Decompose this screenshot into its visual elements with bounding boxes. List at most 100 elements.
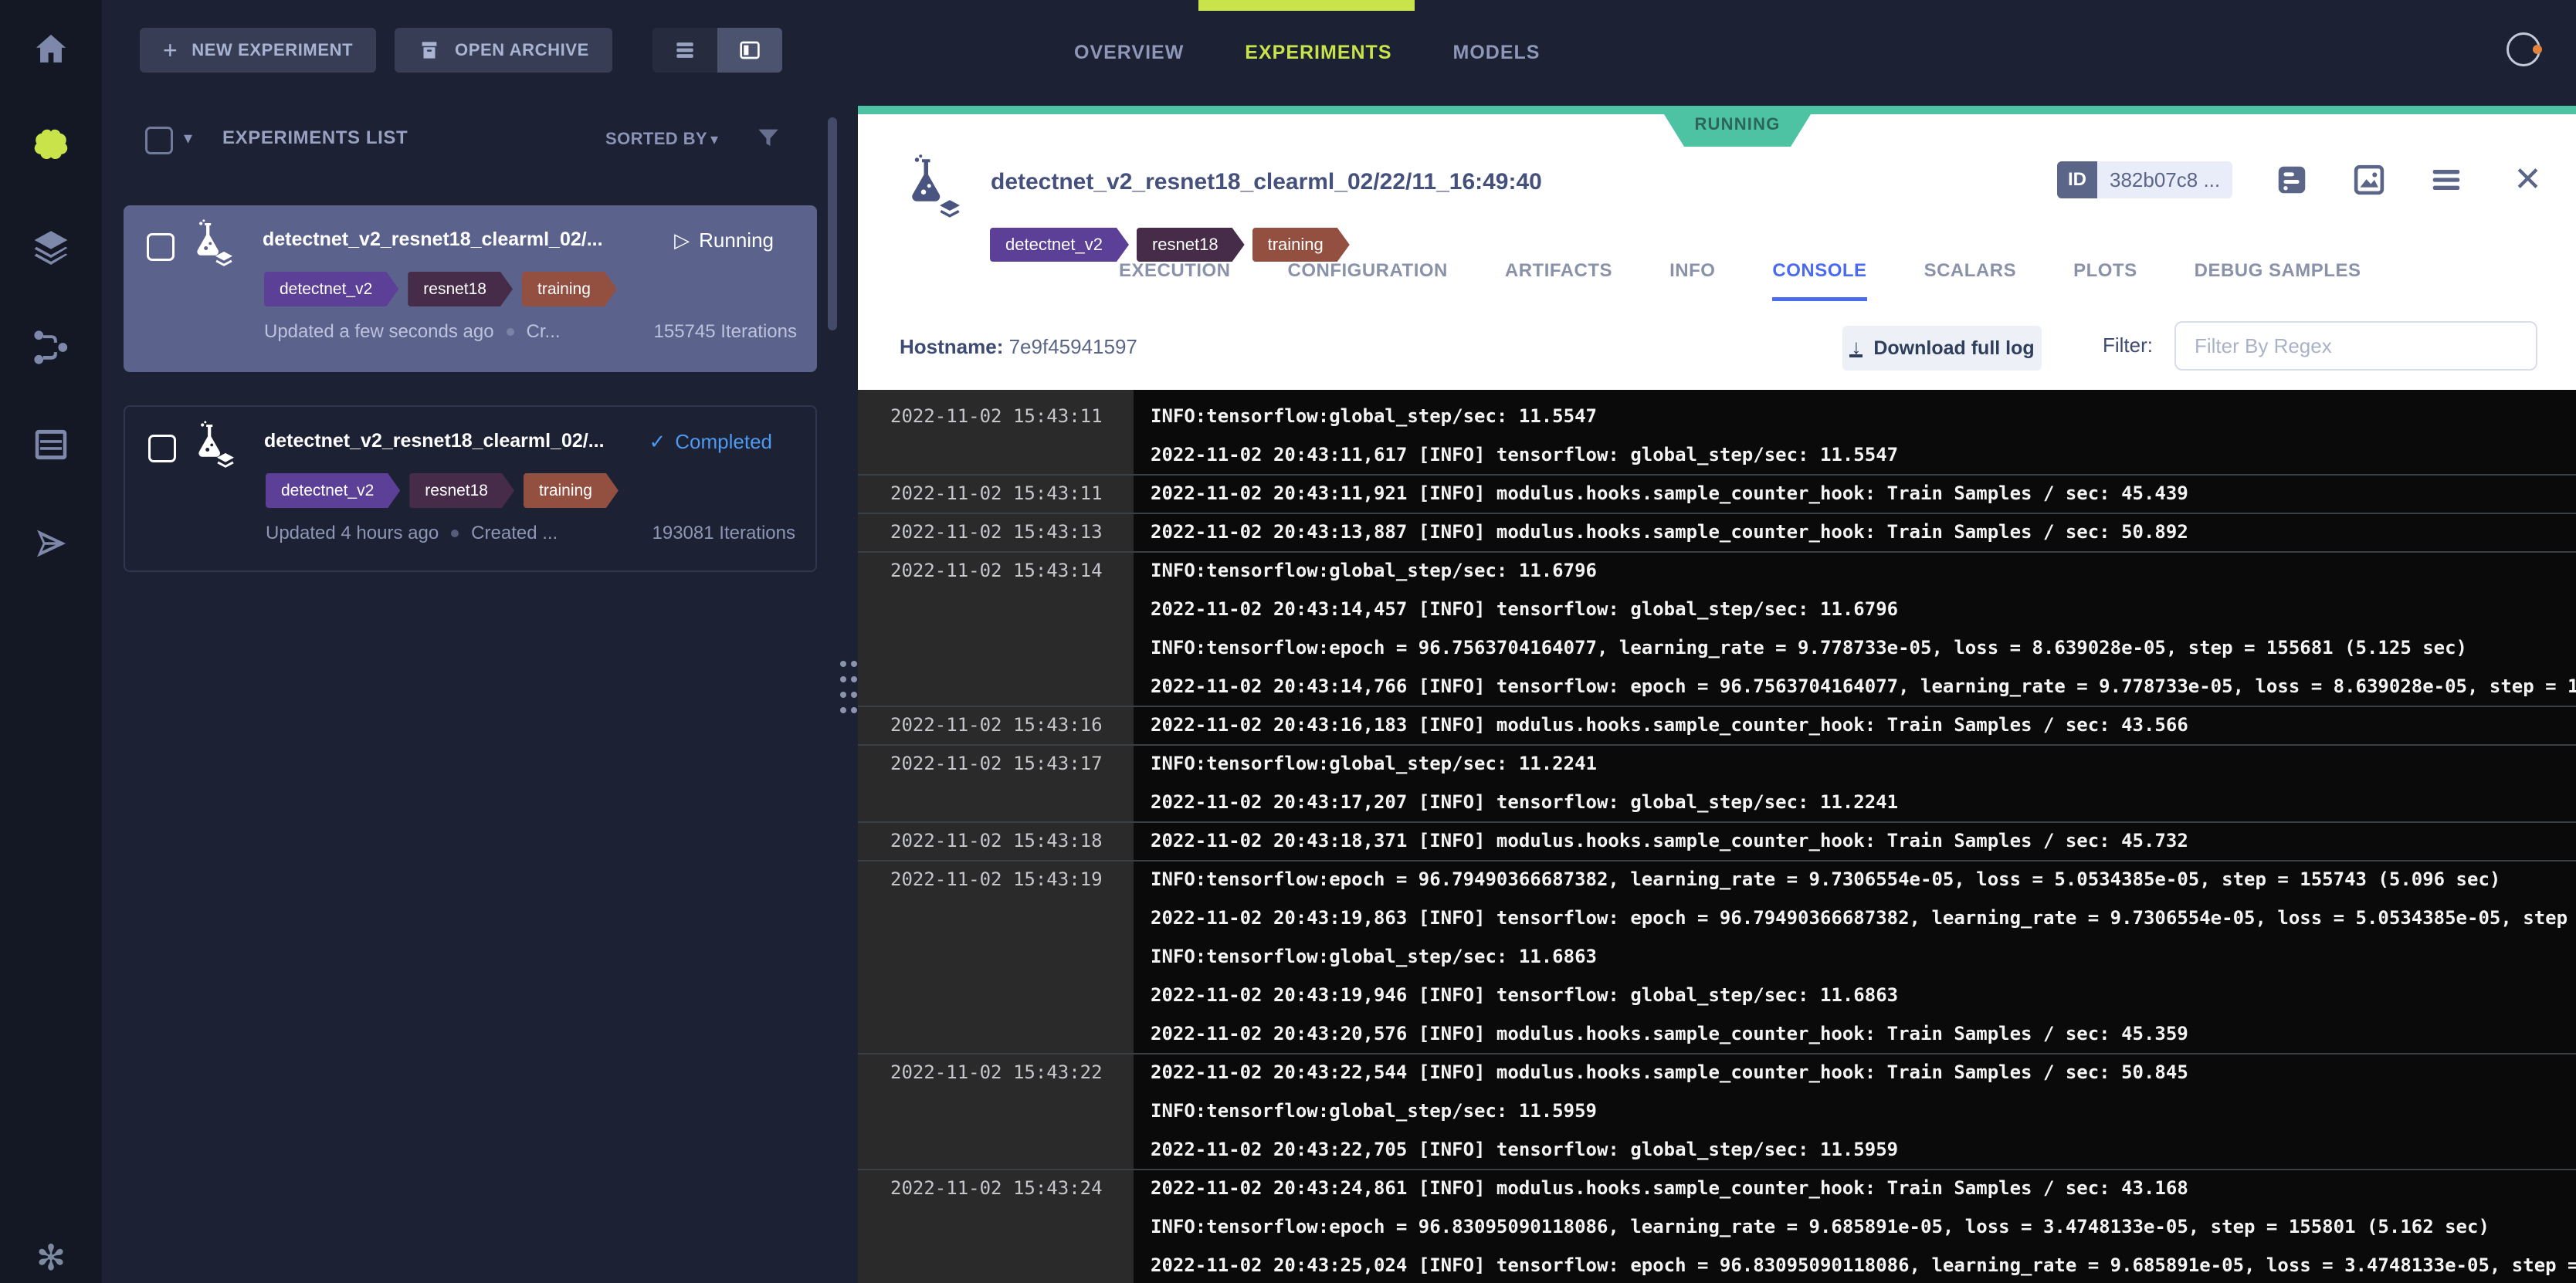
experiment-tags: detectnet_v2 resnet18 training [264,272,617,306]
experiment-meta: Updated a few seconds ago Cr... 155745 I… [264,321,797,343]
console-toolbar: Hostname: 7e9f45941597 ↓ Download full l… [858,309,2576,390]
sidebar-item-workers[interactable] [0,514,102,573]
preview-image-icon[interactable] [2351,162,2387,198]
log-line: INFO:tensorflow:epoch = 96.7563704164077… [1151,628,2576,667]
new-experiment-button[interactable]: + NEW EXPERIMENT [140,28,376,73]
tab-debug-samples[interactable]: DEBUG SAMPLES [2195,260,2361,301]
experiment-detail-title: detectnet_v2_resnet18_clearml_02/22/11_1… [991,169,1542,195]
top-nav-tabs: OVERVIEW EXPERIMENTS MODELS [858,0,2576,106]
sidebar-item-datasets[interactable] [0,218,102,276]
tab-artifacts[interactable]: ARTIFACTS [1505,260,1612,301]
status-bar [858,106,2576,114]
select-all-checkbox[interactable] [145,127,173,154]
select-all-caret-icon[interactable]: ▾ [184,128,192,148]
log-timestamp: 2022-11-02 15:43:14 [858,551,1134,706]
tag-detectnet_v2[interactable]: detectnet_v2 [264,272,398,306]
log-lines: 2022-11-02 20:43:24,861 [INFO] modulus.h… [1134,1169,2576,1283]
sidebar-item-home[interactable] [0,20,102,79]
tab-configuration[interactable]: CONFIGURATION [1288,260,1448,301]
split-drag-handle[interactable] [840,661,860,730]
archive-icon [418,39,441,62]
log-timestamp: 2022-11-02 15:43:22 [858,1053,1134,1169]
tag-training[interactable]: training [1252,228,1350,262]
split-view-toggle[interactable] [717,28,782,73]
filter-funnel-icon[interactable] [755,125,781,155]
updated-text: Updated 4 hours ago [266,523,439,544]
tag-detectnet_v2[interactable]: detectnet_v2 [266,473,400,508]
id-value[interactable]: 382b07c8 ... [2097,161,2232,198]
settings-flower-icon[interactable]: ✻ [0,1237,102,1278]
sidebar-item-pipelines[interactable] [0,318,102,377]
hostname: Hostname: 7e9f45941597 [900,335,1137,359]
experiment-card-completed[interactable]: detectnet_v2_resnet18_clearml_02/... ✓ C… [124,405,817,572]
tag-resnet18[interactable]: resnet18 [408,272,513,306]
console-log[interactable]: 2022-11-02 15:43:11 INFO:tensorflow:globa… [858,390,2576,1283]
status-running: ▷ Running [674,229,774,252]
log-group: 2022-11-02 15:43:162022-11-02 20:43:16,1… [858,706,2576,744]
filter-regex-input[interactable] [2174,321,2537,371]
dot-separator [507,328,514,336]
experiment-title: detectnet_v2_resnet18_clearml_02/... [263,229,603,251]
sorted-by-caret-icon[interactable]: ▾ [710,130,718,149]
log-lines: 2022-11-02 20:43:18,371 [INFO] modulus.h… [1134,821,2576,860]
new-experiment-label: NEW EXPERIMENT [192,40,353,60]
profile-ring-icon[interactable] [2507,32,2540,66]
tag-resnet18[interactable]: resnet18 [1137,228,1245,262]
log-group: 2022-11-02 15:43:132022-11-02 20:43:13,8… [858,513,2576,551]
tag-resnet18[interactable]: resnet18 [409,473,514,508]
brain-icon [30,126,72,168]
tab-console[interactable]: CONSOLE [1772,260,1866,301]
sorted-by-button[interactable]: SORTED BY [605,129,707,149]
top-nav: OVERVIEW EXPERIMENTS MODELS [858,0,2576,106]
experiment-title: detectnet_v2_resnet18_clearml_02/... [264,430,605,452]
app-root: ✻ + NEW EXPERIMENT OPEN ARCHIVE [0,0,2576,1283]
split-view-icon [737,38,762,63]
log-line: INFO:tensorflow:global_step/sec: 11.5959 [1151,1092,2576,1130]
log-line: 2022-11-02 20:43:16,183 [INFO] modulus.h… [1151,706,2576,744]
experiment-card-running[interactable]: detectnet_v2_resnet18_clearml_02/... ▷ R… [124,205,817,372]
log-lines: 2022-11-02 20:43:16,183 [INFO] modulus.h… [1134,706,2576,744]
filter-label: Filter: [2103,333,2153,357]
log-line: 2022-11-02 20:43:14,766 [INFO] tensorflo… [1151,667,2576,706]
experiment-flask-icon [192,421,236,470]
log-line: INFO:tensorflow:epoch = 96.7949036668738… [1151,860,2576,899]
download-full-log-button[interactable]: ↓ Download full log [1842,326,2042,371]
layers-icon [30,226,72,268]
sidebar-item-queues[interactable] [0,415,102,474]
log-timestamp: 2022-11-02 15:43:11 [858,397,1134,474]
log-group: 2022-11-02 15:43:11INFO:tensorflow:globa… [858,397,2576,474]
check-icon: ✓ [649,430,666,454]
nav-tab-experiments[interactable]: EXPERIMENTS [1245,42,1391,64]
stack-badge-icon [937,198,963,218]
table-view-icon [673,38,697,63]
close-icon[interactable]: ✕ [2513,163,2542,197]
list-scrollbar[interactable] [828,117,837,330]
experiment-detail-panel: RUNNING detectnet_v2_resnet18_clearml_02… [858,106,2576,1283]
tab-scalars[interactable]: SCALARS [1924,260,2017,301]
nav-tab-overview[interactable]: OVERVIEW [1074,42,1184,64]
experiment-checkbox[interactable] [148,435,176,462]
details-panel-icon[interactable] [2274,162,2310,198]
detail-flask-icon [903,154,963,220]
experiment-tags: detectnet_v2 resnet18 training [266,473,619,508]
log-line: INFO:tensorflow:epoch = 96.8309509011808… [1151,1207,2576,1246]
table-view-toggle[interactable] [652,28,717,73]
sidebar-item-projects[interactable] [0,117,102,176]
tab-execution[interactable]: EXECUTION [1119,260,1231,301]
id-label: ID [2057,161,2097,198]
home-icon [30,29,72,70]
open-archive-button[interactable]: OPEN ARCHIVE [395,28,612,73]
menu-icon[interactable] [2429,162,2464,198]
tab-plots[interactable]: PLOTS [2073,260,2137,301]
dot-separator [451,530,459,537]
log-line: 2022-11-02 20:43:11,617 [INFO] tensorflo… [1151,435,2576,474]
log-group: 2022-11-02 15:43:14INFO:tensorflow:globa… [858,551,2576,706]
experiment-checkbox[interactable] [147,233,175,261]
tag-training[interactable]: training [524,473,619,508]
tag-training[interactable]: training [522,272,617,306]
tag-detectnet_v2[interactable]: detectnet_v2 [990,228,1129,262]
tab-info[interactable]: INFO [1669,260,1715,301]
nav-tab-models[interactable]: MODELS [1453,42,1541,64]
log-line: 2022-11-02 20:43:18,371 [INFO] modulus.h… [1151,821,2576,860]
log-line: 2022-11-02 20:43:20,576 [INFO] modulus.h… [1151,1014,2576,1053]
